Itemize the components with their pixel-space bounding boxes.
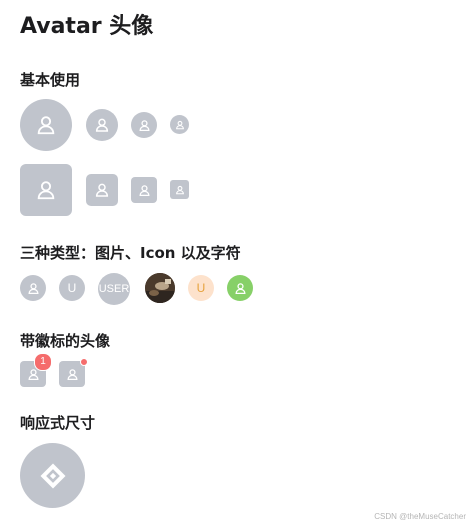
section-title-types: 三种类型：图片、Icon 以及字符 bbox=[20, 244, 241, 262]
user-icon bbox=[235, 282, 245, 294]
avatar-type-char-colored: U bbox=[188, 275, 214, 301]
avatar-type-icon bbox=[20, 275, 46, 301]
user-icon bbox=[175, 185, 184, 194]
count-badge: 1 bbox=[34, 353, 52, 371]
avatar-circle-large bbox=[20, 99, 72, 151]
avatar-square-default bbox=[86, 174, 118, 206]
avatar-type-text: USER bbox=[98, 273, 130, 305]
photo-image bbox=[145, 273, 175, 303]
avatar-square-large bbox=[20, 164, 72, 216]
section-title-responsive: 响应式尺寸 bbox=[20, 414, 96, 432]
page-title: Avatar 头像 bbox=[20, 14, 154, 39]
user-icon bbox=[95, 118, 109, 132]
section-title-badge: 带徽标的头像 bbox=[20, 332, 111, 350]
ant-design-icon bbox=[40, 463, 65, 488]
user-icon bbox=[37, 116, 55, 135]
avatar-circle-mini bbox=[170, 115, 189, 134]
user-icon bbox=[175, 120, 184, 129]
avatar-circle-default bbox=[86, 109, 118, 141]
section-title-basic: 基本使用 bbox=[20, 71, 81, 89]
avatar-with-count-badge: 1 bbox=[20, 353, 52, 387]
user-icon bbox=[139, 119, 149, 131]
dot-badge bbox=[80, 358, 88, 366]
avatar-type-image bbox=[145, 273, 175, 303]
avatar-type-char: U bbox=[59, 275, 85, 301]
avatar-square-small bbox=[131, 177, 157, 203]
avatar-type-icon-colored bbox=[227, 275, 253, 301]
user-icon bbox=[67, 368, 77, 380]
watermark: CSDN @theMuseCatcher bbox=[374, 512, 466, 521]
user-icon bbox=[28, 282, 38, 294]
avatar-circle-small bbox=[131, 112, 157, 138]
user-icon bbox=[37, 181, 55, 200]
user-icon bbox=[139, 184, 149, 196]
avatar-with-dot-badge bbox=[59, 358, 88, 387]
avatar-square-mini bbox=[170, 180, 189, 199]
user-icon bbox=[95, 183, 109, 197]
avatar-responsive bbox=[20, 443, 85, 508]
